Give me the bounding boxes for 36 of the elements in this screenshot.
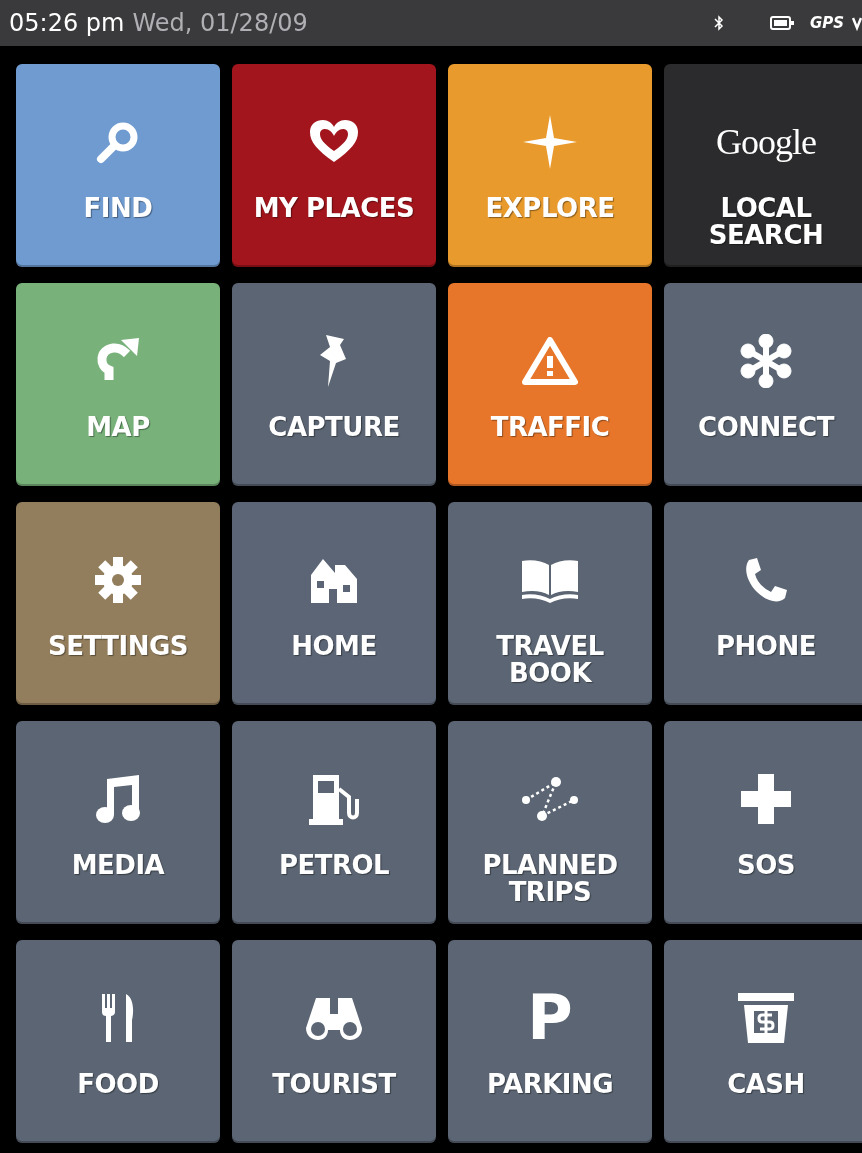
menu-tile[interactable]: Google LOCAL SEARCH	[664, 64, 862, 267]
asterisk-icon	[739, 334, 793, 388]
menu-tile[interactable]: CONNECT	[664, 283, 862, 486]
route-icon	[522, 774, 578, 824]
google-logo: Google	[716, 121, 816, 163]
menu-tile[interactable]: TRAVEL BOOK	[448, 502, 652, 705]
music-note-icon	[95, 773, 141, 825]
menu-tile[interactable]: MY PLACES	[232, 64, 436, 267]
bluetooth-icon	[713, 15, 724, 31]
fuel-pump-icon	[309, 773, 359, 825]
parking-sign-icon: P	[527, 987, 573, 1049]
menu-tile[interactable]: FOOD	[16, 940, 220, 1143]
gps-label: GPS	[809, 14, 844, 32]
menu-tile[interactable]: SETTINGS	[16, 502, 220, 705]
menu-tile[interactable]: PETROL	[232, 721, 436, 924]
date-text: Wed, 01/28/09	[132, 9, 308, 37]
menu-tile[interactable]: TOURIST	[232, 940, 436, 1143]
menu-tile[interactable]: P PARKING	[448, 940, 652, 1143]
star-icon	[523, 115, 577, 169]
cross-icon	[741, 774, 791, 824]
battery-icon	[769, 16, 794, 30]
phone-icon	[743, 556, 789, 604]
menu-tile[interactable]: HOME	[232, 502, 436, 705]
menu-tile[interactable]: PHONE	[664, 502, 862, 705]
book-icon	[520, 557, 580, 603]
menu-tile[interactable]: TRAFFIC	[448, 283, 652, 486]
gear-icon	[94, 556, 142, 604]
menu-tile[interactable]: SOS	[664, 721, 862, 924]
cash-machine-icon	[738, 993, 794, 1043]
menu-tile[interactable]: PLANNED TRIPS	[448, 721, 652, 924]
menu-tile[interactable]: MEDIA	[16, 721, 220, 924]
menu-tile[interactable]: CAPTURE	[232, 283, 436, 486]
fork-knife-icon	[100, 992, 136, 1044]
clock-time: 05:26 pm	[9, 9, 125, 37]
menu-tile[interactable]: CASH	[664, 940, 862, 1143]
warning-icon	[522, 337, 578, 385]
